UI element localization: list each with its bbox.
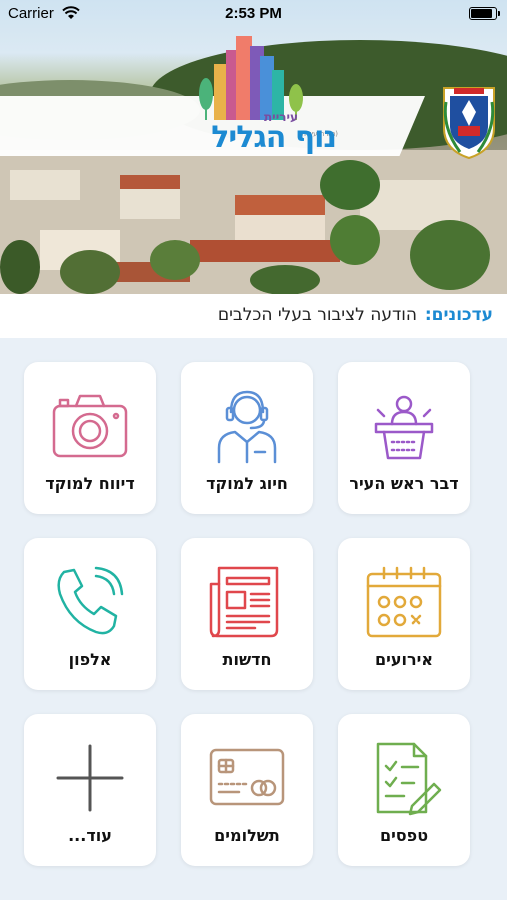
- tile-forms[interactable]: טפסים: [338, 714, 470, 866]
- ticker-text[interactable]: הודעה לציבור בעלי הכלבים: [218, 305, 417, 325]
- call-center-agent-icon: [217, 390, 277, 464]
- city-name: נוף הגליל: [211, 120, 337, 155]
- credit-card-icon: [209, 748, 285, 806]
- clock: 2:53 PM: [225, 5, 282, 22]
- tile-mayor-message[interactable]: דבר ראש העיר: [338, 362, 470, 514]
- tile-label: דיווח למוקד: [45, 474, 135, 493]
- tile-label: אירועים: [375, 650, 433, 669]
- tile-label: דבר ראש העיר: [349, 474, 459, 493]
- status-bar: Carrier 2:53 PM: [0, 0, 507, 28]
- battery-icon: [469, 7, 500, 20]
- tile-label: חדשות: [222, 650, 272, 669]
- tile-events[interactable]: אירועים: [338, 538, 470, 690]
- form-checklist-icon: [376, 742, 442, 816]
- calendar-icon: [366, 566, 442, 638]
- tile-call-center[interactable]: חיוג למוקד: [181, 362, 313, 514]
- tile-report[interactable]: דיווח למוקד: [24, 362, 156, 514]
- city-logo-icon: [199, 36, 303, 120]
- services-grid: דבר ראש העיר חיוג למוקד דיווח למוקד אירו…: [0, 338, 507, 900]
- tile-label: עוד...: [68, 826, 112, 845]
- newspaper-icon: [209, 566, 279, 638]
- tile-label: אלפון: [68, 650, 112, 669]
- podium-speaker-icon: [374, 395, 434, 460]
- tile-label: טפסים: [379, 826, 429, 845]
- camera-icon: [52, 394, 128, 458]
- phone-icon: [57, 566, 124, 635]
- plus-icon: [56, 744, 124, 812]
- tile-more[interactable]: עוד...: [24, 714, 156, 866]
- tile-directory[interactable]: אלפון: [24, 538, 156, 690]
- ticker-label: עדכונים:: [424, 305, 493, 325]
- tile-label: תשלומים: [214, 826, 280, 845]
- tile-news[interactable]: חדשות: [181, 538, 313, 690]
- city-emblem-icon: [443, 87, 495, 160]
- tile-label: חיוג למוקד: [206, 474, 288, 493]
- tile-payments[interactable]: תשלומים: [181, 714, 313, 866]
- news-ticker[interactable]: עדכונים: הודעה לציבור בעלי הכלבים: [0, 294, 507, 338]
